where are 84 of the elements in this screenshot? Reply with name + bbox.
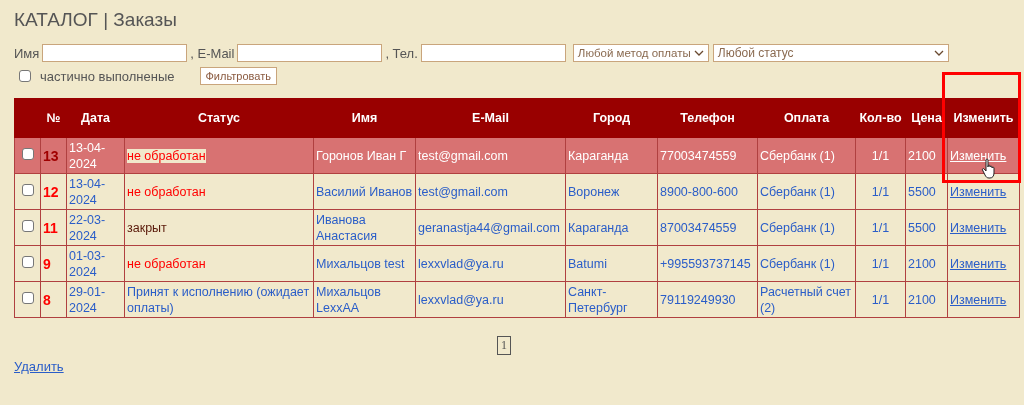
table-cell: geranastja44@gmail.com (415, 209, 566, 246)
partial-checkbox[interactable] (19, 70, 31, 82)
partial-label: частично выполненые (40, 68, 175, 84)
row-checkbox[interactable] (21, 291, 34, 304)
table-cell: 5500 (905, 173, 948, 210)
page-number[interactable]: 1 (497, 336, 511, 355)
table-row[interactable]: 9 01-03-2024 не обработан Михальцов test lexxvlad@ya.ru Batumi +995593737145 Сбербанк (1) 1/1 2100 Изменить (14, 245, 1020, 282)
table-cell: Batumi (565, 245, 658, 282)
name-label: Имя (14, 45, 40, 61)
row-checkbox[interactable] (21, 255, 34, 268)
column-header: Город (565, 98, 658, 138)
status-cell: не обработан (124, 173, 314, 210)
table-cell: lexxvlad@ya.ru (415, 281, 566, 318)
delete-link[interactable]: Удалить (14, 359, 64, 374)
column-header: Цена (905, 98, 948, 138)
column-header: Статус (124, 98, 314, 138)
column-header: Изменить (947, 98, 1020, 138)
table-cell: Сбербанк (1) (757, 245, 856, 282)
table-cell: 1/1 (855, 209, 906, 246)
filter-button[interactable]: Фильтровать (199, 67, 277, 85)
table-cell: 22-03-2024 (66, 209, 125, 246)
order-number: 12 (40, 173, 67, 210)
column-header: Имя (313, 98, 416, 138)
column-header: Телефон (657, 98, 758, 138)
table-cell: Сбербанк (1) (757, 173, 856, 210)
table-cell: Сбербанк (1) (757, 209, 856, 246)
payment-select[interactable]: Любой метод оплаты (572, 44, 709, 62)
table-cell: 8900-800-600 (657, 173, 758, 210)
table-cell: test@gmail.com (415, 137, 566, 174)
table-cell: Сбербанк (1) (757, 137, 856, 174)
column-header: E-Mail (415, 98, 566, 138)
order-number: 9 (40, 245, 67, 282)
status-select[interactable]: Любой статус (712, 44, 949, 62)
column-header: Кол-во (855, 98, 906, 138)
table-cell: 2100 (905, 137, 948, 174)
status-cell: Принят к исполнению (ожидает оплаты) (124, 281, 314, 318)
table-cell: 29-01-2024 (66, 281, 125, 318)
order-number: 13 (40, 137, 67, 174)
table-cell: Караганда (565, 137, 658, 174)
table-cell: +995593737145 (657, 245, 758, 282)
status-cell: не обработан (124, 137, 314, 174)
table-cell: Василий Иванов (313, 173, 416, 210)
phone-field[interactable] (420, 44, 566, 62)
table-cell: lexxvlad@ya.ru (415, 245, 566, 282)
order-number: 11 (40, 209, 67, 246)
table-cell: 77003474559 (657, 137, 758, 174)
table-cell: Расчетный счет (2) (757, 281, 856, 318)
table-cell: Иванова Анастасия (313, 209, 416, 246)
table-cell: 1/1 (855, 173, 906, 210)
phone-label: , Тел. (385, 45, 418, 61)
table-cell: 2100 (905, 281, 948, 318)
table-cell: 1/1 (855, 245, 906, 282)
table-cell: Воронеж (565, 173, 658, 210)
page-title: КАТАЛОГ | Заказы (14, 8, 178, 32)
table-cell: 87003474559 (657, 209, 758, 246)
column-header: Оплата (757, 98, 856, 138)
status-cell: закрыт (124, 209, 314, 246)
column-header: № (40, 98, 67, 138)
table-cell: Караганда (565, 209, 658, 246)
table-cell: Горонов Иван Г (313, 137, 416, 174)
table-cell: Михальцов LexxAA (313, 281, 416, 318)
table-cell: 2100 (905, 245, 948, 282)
email-label: , E-Mail (190, 45, 235, 61)
table-cell: test@gmail.com (415, 173, 566, 210)
column-header: Дата (66, 98, 125, 138)
table-cell: 01-03-2024 (66, 245, 125, 282)
table-cell: 1/1 (855, 281, 906, 318)
name-field[interactable] (42, 44, 188, 62)
table-row[interactable]: 8 29-01-2024 Принят к исполнению (ожидает оплаты) Михальцов LexxAA lexxvlad@ya.ru Санкт-Петербург 79119249930 Расчетный счет (2) 1/1 2100 Изменить (14, 281, 1020, 318)
chevron-icon (693, 50, 704, 56)
row-checkbox[interactable] (21, 147, 34, 160)
chevron-icon (933, 50, 944, 56)
table-cell: Санкт-Петербург (565, 281, 658, 318)
table-cell: 13-04-2024 (66, 173, 125, 210)
status-cell: не обработан (124, 245, 314, 282)
table-cell: 79119249930 (657, 281, 758, 318)
table-cell: 5500 (905, 209, 948, 246)
email-field[interactable] (237, 44, 383, 62)
table-cell: 1/1 (855, 137, 906, 174)
order-number: 8 (40, 281, 67, 318)
row-checkbox[interactable] (21, 183, 34, 196)
row-checkbox[interactable] (21, 219, 34, 232)
table-cell: 13-04-2024 (66, 137, 125, 174)
table-cell: Михальцов test (313, 245, 416, 282)
